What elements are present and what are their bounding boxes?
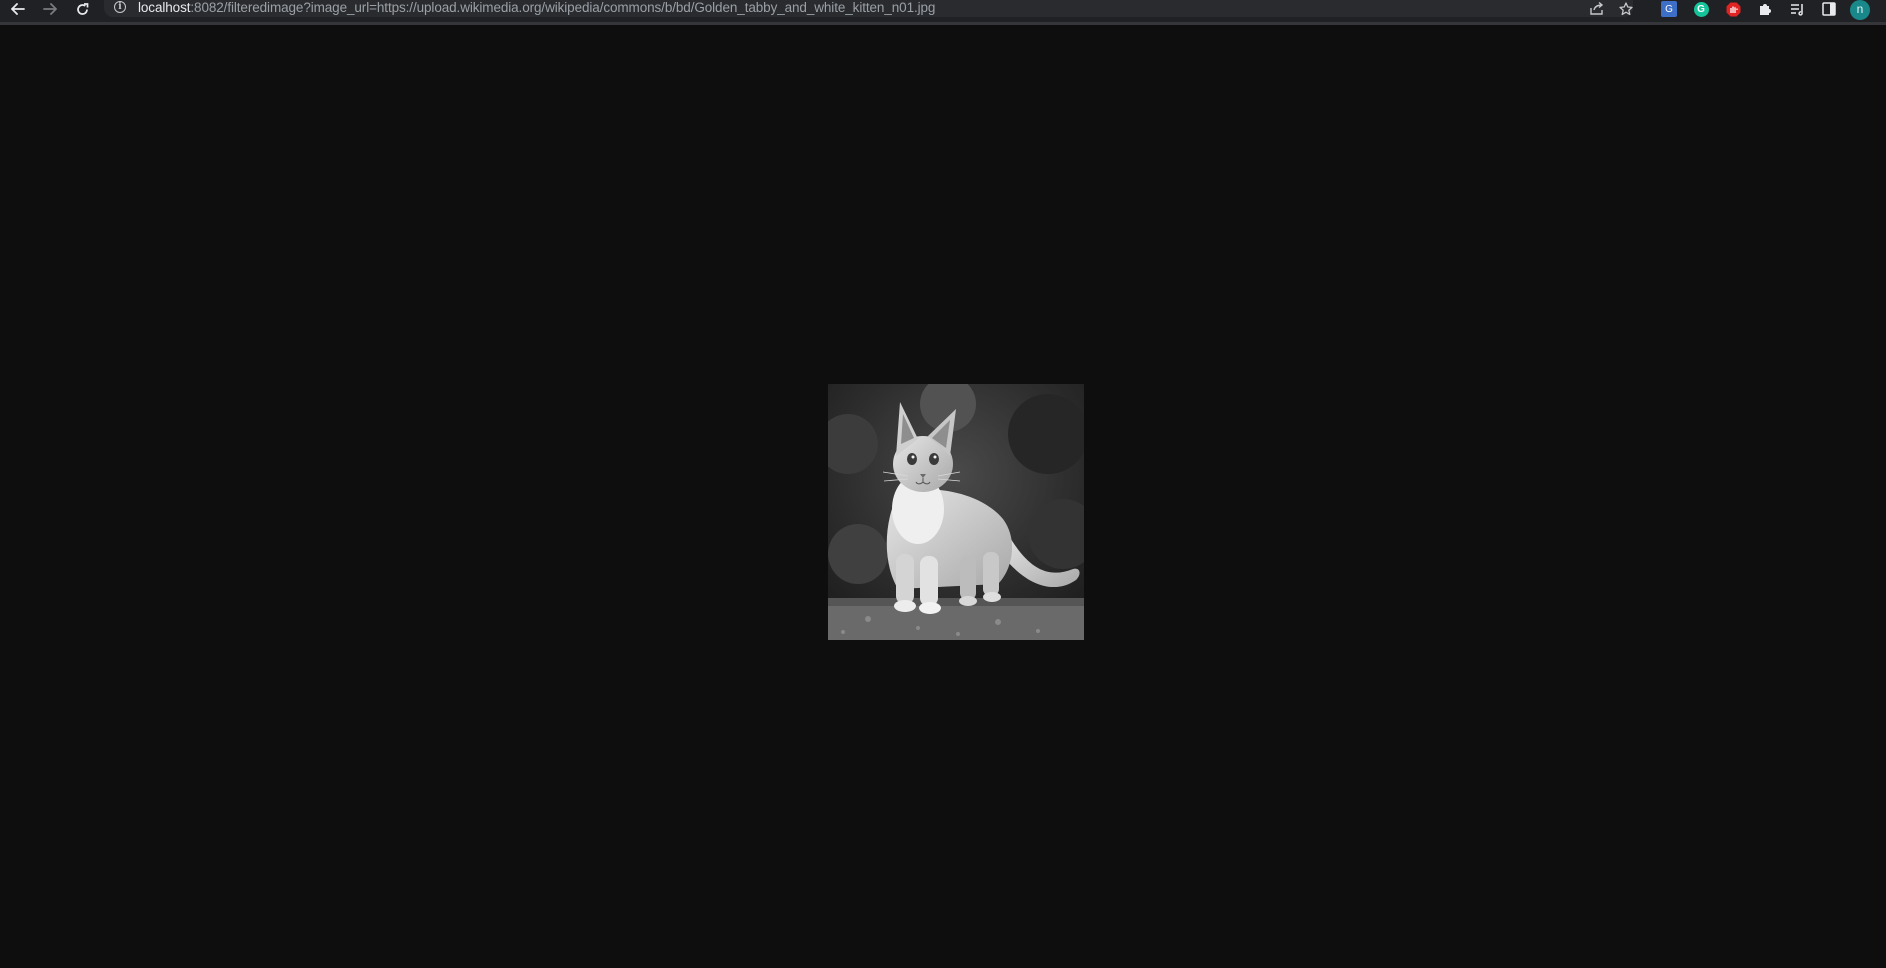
side-panel-icon[interactable] bbox=[1821, 1, 1837, 17]
info-icon[interactable]: i bbox=[114, 1, 126, 13]
url-host: localhost bbox=[138, 0, 191, 15]
extensions-puzzle-icon[interactable] bbox=[1757, 1, 1773, 17]
forward-arrow-icon[interactable] bbox=[39, 0, 61, 18]
filtered-kitten-image bbox=[828, 384, 1084, 640]
reading-list-icon[interactable] bbox=[1789, 1, 1805, 17]
url-text[interactable]: localhost:8082/filteredimage?image_url=h… bbox=[138, 0, 935, 17]
address-bar[interactable]: i localhost:8082/filteredimage?image_url… bbox=[104, 0, 1633, 17]
share-icon[interactable] bbox=[1588, 0, 1606, 17]
google-translate-icon[interactable]: G bbox=[1661, 1, 1677, 17]
star-icon[interactable] bbox=[1618, 0, 1634, 17]
browser-toolbar: i localhost:8082/filteredimage?image_url… bbox=[0, 0, 1886, 25]
back-arrow-icon[interactable] bbox=[7, 0, 29, 18]
url-path: :8082/filteredimage?image_url=https://up… bbox=[190, 0, 936, 15]
profile-avatar[interactable]: n bbox=[1850, 0, 1870, 20]
reload-icon[interactable] bbox=[71, 0, 93, 18]
kitten-photo bbox=[828, 384, 1084, 640]
adblock-icon[interactable] bbox=[1725, 1, 1741, 17]
grammarly-icon[interactable]: G bbox=[1693, 1, 1709, 17]
